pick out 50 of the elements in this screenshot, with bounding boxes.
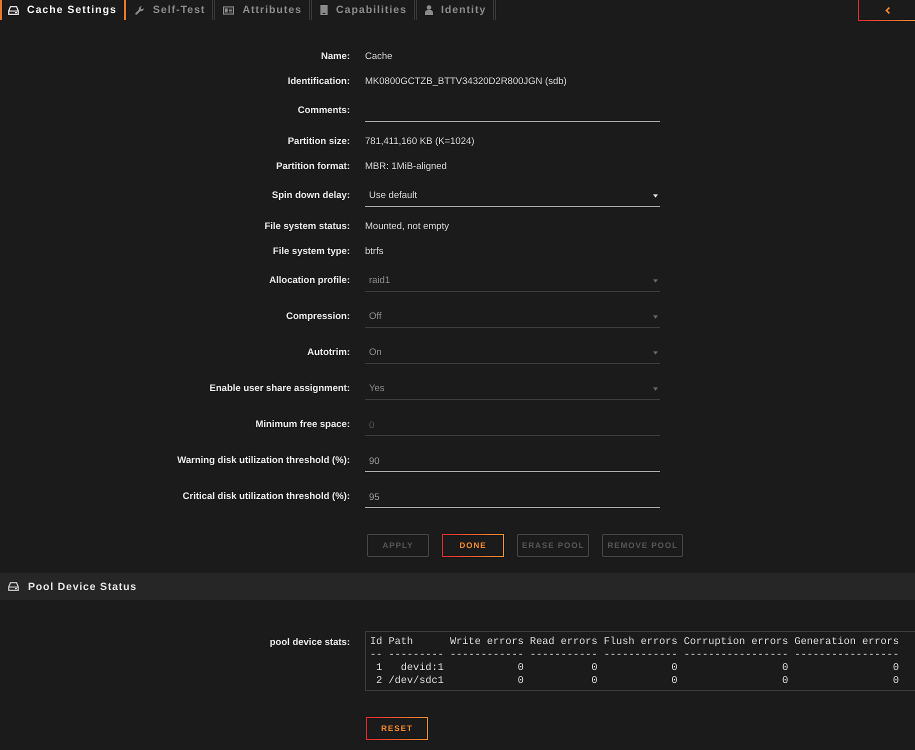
- field-label: Minimum free space:: [256, 418, 350, 432]
- stats-output-line: -- --------- ------------ ----------- ------------ ----------------- -----------------: [370, 649, 900, 662]
- tab[interactable]: Attributes: [215, 0, 312, 20]
- field-label: Spin down delay:: [272, 189, 350, 203]
- id-card-icon: [223, 6, 234, 14]
- dropdown-caret-icon: [653, 315, 658, 319]
- tab[interactable]: Capabilities: [312, 0, 417, 20]
- field-value: MK0800GCTZB_BTTV34320D2R800JGN (sdb): [365, 74, 567, 88]
- field-label: Allocation profile:: [269, 274, 350, 288]
- dropdown-caret-icon: [653, 351, 658, 355]
- field-label: Autotrim:: [307, 346, 350, 360]
- done-button[interactable]: DONE: [442, 534, 504, 557]
- field-label: Warning disk utilization threshold (%):: [177, 454, 350, 468]
- field-value: btrfs: [365, 244, 384, 258]
- field-value: Mounted, not empty: [365, 220, 449, 234]
- dropdown-caret-icon: [653, 387, 658, 391]
- field-label: Partition format:: [276, 160, 350, 174]
- text-input[interactable]: 90: [365, 451, 660, 472]
- field-label: Critical disk utilization threshold (%):: [182, 490, 350, 504]
- field-label: Comments:: [298, 104, 350, 118]
- tab[interactable]: Cache Settings: [0, 0, 126, 20]
- chevron-left-icon: [884, 6, 890, 14]
- tab[interactable]: Self-Test: [126, 0, 216, 20]
- field-label: File system type:: [272, 244, 350, 258]
- dropdown-caret-icon: [653, 194, 658, 198]
- user-icon: [424, 5, 433, 15]
- field-label: Name:: [320, 50, 350, 64]
- dropdown-select[interactable]: Use default: [365, 186, 660, 207]
- field-label: pool device stats:: [270, 636, 350, 649]
- reset-button[interactable]: RESET: [366, 717, 428, 740]
- back-button[interactable]: [858, 0, 915, 21]
- dropdown-caret-icon: [653, 279, 658, 283]
- stats-output-line: 1 devid:1 0 0 0 0 0: [375, 662, 900, 675]
- text-input[interactable]: 95: [365, 487, 660, 508]
- tablet-icon: [320, 5, 328, 15]
- field-label: Identification:: [288, 74, 350, 88]
- stats-output-line: Id Path Write errors Read errors Flush errors Corruption errors Generation errors: [370, 636, 900, 649]
- field-value: MBR: 1MiB-aligned: [365, 160, 447, 174]
- tab[interactable]: Identity: [416, 0, 496, 20]
- drive-icon: [8, 582, 19, 591]
- field-label: Compression:: [286, 310, 350, 324]
- field-value: 781,411,160 KB (K=1024): [365, 135, 474, 149]
- section-title: Pool Device Status: [28, 580, 137, 592]
- field-label: Enable user share assignment:: [210, 382, 350, 396]
- stats-output-line: 2 /dev/sdc1 0 0 0 0 0: [375, 675, 900, 688]
- wrench-icon: [134, 6, 145, 14]
- field-label: Partition size:: [288, 135, 350, 149]
- drive-icon: [8, 6, 19, 14]
- field-value: Cache: [365, 50, 392, 64]
- field-label: File system status:: [264, 220, 350, 234]
